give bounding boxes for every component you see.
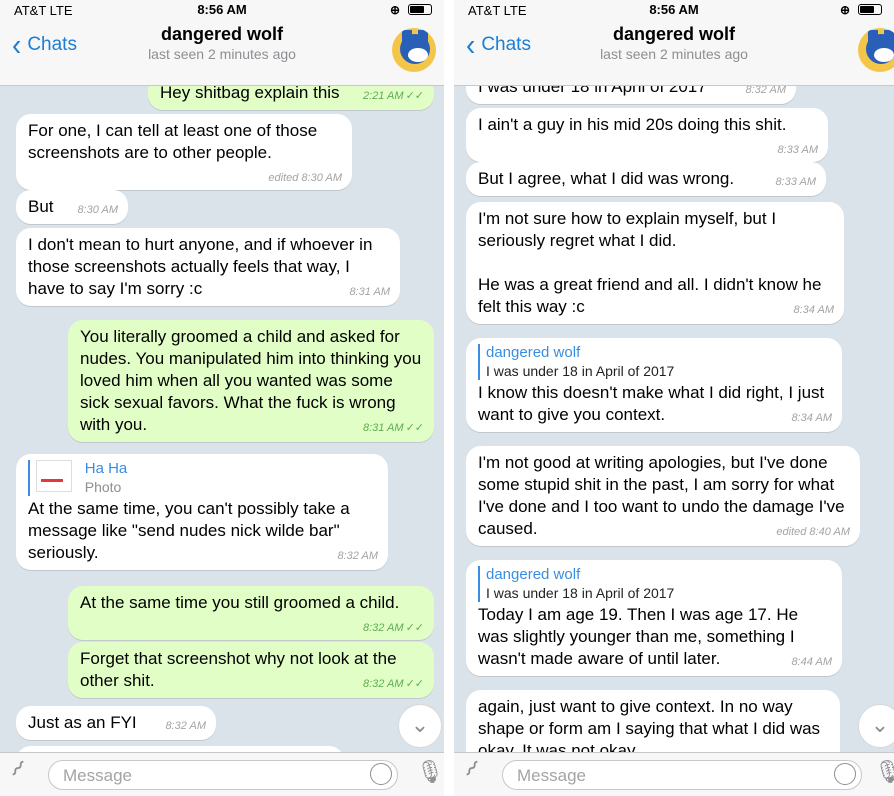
- attach-icon[interactable]: ⌇: [459, 756, 496, 793]
- reply-quote[interactable]: dangered wolf I was under 18 in April of…: [478, 566, 832, 602]
- message-text: At the same time, you can't possibly tak…: [28, 499, 350, 562]
- message-bubble-outgoing[interactable]: At the same time you still groomed a chi…: [68, 586, 434, 640]
- message-time: 8:32 AM: [165, 720, 206, 732]
- message-text: again, just want to give context. In no …: [478, 697, 821, 752]
- message-bubble-incoming[interactable]: I don't mean to hurt anyone, and if whoe…: [16, 228, 400, 306]
- status-bar: AT&T LTE 8:56 AM ⊕: [0, 0, 444, 18]
- message-text-2: He was a great friend and all. I didn't …: [478, 275, 822, 316]
- avatar[interactable]: [392, 28, 436, 72]
- message-input[interactable]: Message: [48, 760, 398, 790]
- quote-text: I was under 18 in April of 2017: [486, 363, 675, 379]
- message-text: But: [28, 197, 54, 216]
- message-text: Hey shitbag explain this: [160, 86, 340, 102]
- reply-quote[interactable]: Ha Ha Photo: [28, 460, 378, 496]
- message-text: Today I am age 19. Then I was age 17. He…: [478, 605, 799, 668]
- message-bubble-incoming[interactable]: I was under 18 in April of 2017 8:32 AM: [466, 86, 796, 104]
- message-time: 8:33 AM: [777, 144, 818, 156]
- attach-icon[interactable]: ⌇: [5, 756, 42, 793]
- message-time: edited 8:40 AM: [776, 526, 850, 538]
- mic-icon[interactable]: 🎙: [416, 759, 444, 787]
- message-time: 8:32 AM: [745, 86, 786, 96]
- message-bubble-outgoing[interactable]: You literally groomed a child and asked …: [68, 320, 434, 442]
- message-bubble-incoming[interactable]: I'm not good at writing apologies, but I…: [466, 446, 860, 546]
- lock-rotation-icon: ⊕: [389, 3, 400, 17]
- chat-title[interactable]: dangered wolf: [0, 24, 444, 45]
- message-bubble-incoming[interactable]: For one, I can tell at least one of thos…: [16, 114, 352, 190]
- message-bubble-incoming[interactable]: dangered wolf I was under 18 in April of…: [466, 560, 842, 676]
- scroll-down-icon: ⌄: [410, 712, 430, 737]
- chat-panel-right: AT&T LTE 8:56 AM ⊕ ‹ Chats dangered wolf…: [454, 0, 894, 796]
- chat-header: ‹ Chats dangered wolf last seen 2 minute…: [0, 18, 444, 86]
- message-list: I was under 18 in April of 2017 8:32 AM …: [454, 86, 894, 752]
- message-bubble-incoming[interactable]: I'm not sure how to explain myself, but …: [466, 202, 844, 324]
- lock-rotation-icon: ⊕: [839, 3, 850, 17]
- message-text: At the same time you still groomed a chi…: [80, 593, 400, 612]
- message-time: 8:34 AM: [791, 412, 832, 424]
- message-time: 8:33 AM: [775, 176, 816, 188]
- message-bubble-incoming[interactable]: again, just want to give context. In no …: [466, 690, 840, 752]
- message-bubble-incoming[interactable]: Just as an FYI 8:32 AM: [16, 706, 216, 740]
- message-bubble-incoming[interactable]: But I agree, what I did was wrong. 8:33 …: [466, 162, 826, 196]
- scroll-down-button[interactable]: ⌄: [858, 704, 894, 748]
- message-time: edited 8:30 AM: [268, 172, 342, 184]
- status-time: 8:56 AM: [649, 2, 699, 17]
- status-time: 8:56 AM: [197, 2, 247, 17]
- quote-type: Photo: [84, 479, 122, 495]
- message-time: 8:32 AM ✓✓: [363, 678, 424, 690]
- message-text: I know this doesn't make what I did righ…: [478, 383, 825, 424]
- last-seen-status: last seen 2 minutes ago: [600, 46, 748, 62]
- reply-quote[interactable]: dangered wolf I was under 18 in April of…: [478, 344, 832, 380]
- message-time: 8:32 AM: [337, 550, 378, 562]
- message-time: 2:21 AM ✓✓: [363, 90, 424, 102]
- message-text: Just as an FYI: [28, 713, 137, 732]
- chat-header: ‹ Chats dangered wolf last seen 2 minute…: [454, 18, 894, 86]
- sticker-icon[interactable]: [834, 763, 856, 785]
- message-time: 8:32 AM ✓✓: [363, 622, 424, 634]
- chat-panel-left: AT&T LTE 8:56 AM ⊕ ‹ Chats dangered wolf…: [0, 0, 444, 796]
- quote-sender: Ha Ha: [84, 460, 128, 477]
- message-text: You literally groomed a child and asked …: [80, 327, 422, 434]
- message-time: 8:34 AM: [793, 304, 834, 316]
- message-time: 8:31 AM: [349, 286, 390, 298]
- input-bar: ⌇ Message 🎙: [454, 752, 894, 796]
- message-text: Forget that screenshot why not look at t…: [80, 649, 397, 690]
- message-time: 8:30 AM: [77, 204, 118, 216]
- quote-sender: dangered wolf: [486, 566, 581, 583]
- message-time: 8:44 AM: [791, 656, 832, 668]
- input-bar: ⌇ Message 🎙: [0, 752, 444, 796]
- message-text: I'm not sure how to explain myself, but …: [478, 209, 777, 250]
- message-text: I ain't a guy in his mid 20s doing this …: [478, 115, 787, 134]
- last-seen-status: last seen 2 minutes ago: [148, 46, 296, 62]
- quote-text: I was under 18 in April of 2017: [486, 585, 675, 601]
- message-text: I don't mean to hurt anyone, and if whoe…: [28, 235, 373, 298]
- message-list: Hey shitbag explain this 2:21 AM ✓✓ For o…: [0, 86, 444, 752]
- message-text: But I agree, what I did was wrong.: [478, 169, 735, 188]
- status-bar: AT&T LTE 8:56 AM ⊕: [454, 0, 894, 18]
- message-text: For one, I can tell at least one of thos…: [28, 121, 318, 162]
- quote-sender: dangered wolf: [486, 344, 581, 361]
- mic-icon[interactable]: 🎙: [874, 759, 894, 787]
- chat-title[interactable]: dangered wolf: [454, 24, 894, 45]
- battery-icon: [858, 4, 882, 15]
- message-bubble-incoming[interactable]: Ha Ha Photo At the same time, you can't …: [16, 454, 388, 570]
- scroll-down-button[interactable]: ⌄: [398, 704, 442, 748]
- avatar[interactable]: [858, 28, 894, 72]
- message-time: 8:31 AM ✓✓: [363, 422, 424, 434]
- message-bubble-incoming[interactable]: I ain't a guy in his mid 20s doing this …: [466, 108, 828, 162]
- sticker-icon[interactable]: [370, 763, 392, 785]
- message-bubble-outgoing[interactable]: Hey shitbag explain this 2:21 AM ✓✓: [148, 86, 434, 110]
- photo-thumbnail: [36, 460, 72, 492]
- message-bubble-incoming[interactable]: But 8:30 AM: [16, 190, 128, 224]
- message-bubble-incoming[interactable]: dangered wolf I was under 18 in April of…: [466, 338, 842, 432]
- message-text: I was under 18 in April of 2017: [478, 86, 707, 96]
- message-bubble-outgoing[interactable]: Forget that screenshot why not look at t…: [68, 642, 434, 698]
- message-input[interactable]: Message: [502, 760, 862, 790]
- battery-icon: [408, 4, 432, 15]
- scroll-down-icon: ⌄: [870, 712, 890, 737]
